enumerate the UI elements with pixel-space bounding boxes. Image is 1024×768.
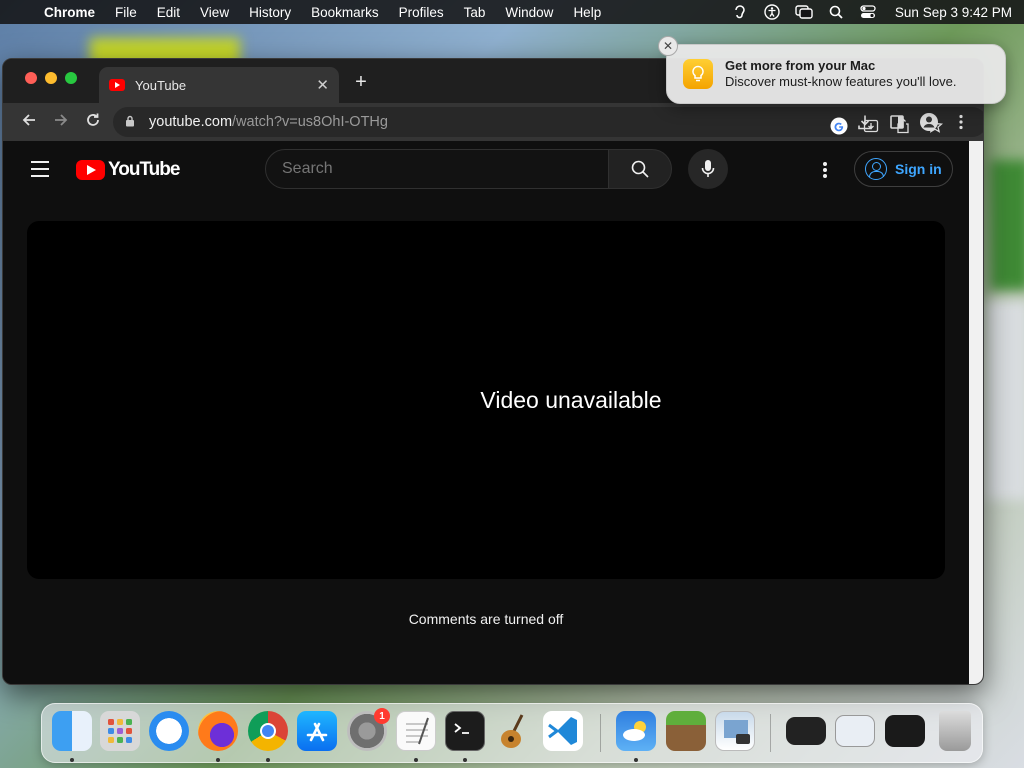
google-icon[interactable] xyxy=(827,114,851,138)
running-indicator xyxy=(70,758,74,762)
youtube-page: YouTube Sign in Video unavailable Commen… xyxy=(3,141,969,684)
guide-menu-icon[interactable] xyxy=(31,161,49,182)
chrome-window: YouTube ✕ + youtube.com/watch?v=us8OhI-O… xyxy=(2,58,984,685)
youtube-logo-text: YouTube xyxy=(108,159,180,180)
lock-icon[interactable] xyxy=(125,115,139,130)
recent-window-thumbnail[interactable] xyxy=(885,715,925,747)
garageband-icon[interactable] xyxy=(494,711,534,751)
youtube-favicon-icon xyxy=(109,79,125,91)
voice-search-button[interactable] xyxy=(688,149,728,189)
control-center-icon[interactable] xyxy=(859,4,877,20)
launchpad-icon[interactable] xyxy=(100,711,140,751)
menu-tab[interactable]: Tab xyxy=(464,5,486,20)
browser-actions xyxy=(853,107,973,137)
new-tab-button[interactable]: + xyxy=(349,71,373,94)
running-indicator xyxy=(216,758,220,762)
terminal-icon[interactable] xyxy=(445,711,485,751)
page-scrollbar[interactable] xyxy=(969,141,983,684)
chrome-menu-icon[interactable] xyxy=(949,110,973,134)
dock: 1 xyxy=(41,703,983,763)
screen-mirroring-icon[interactable] xyxy=(795,4,813,20)
notification-banner[interactable]: Get more from your Mac Discover must-kno… xyxy=(666,44,1006,104)
close-tab-icon[interactable]: ✕ xyxy=(316,76,329,94)
reload-icon xyxy=(87,113,99,126)
menu-app-name[interactable]: Chrome xyxy=(44,5,95,20)
recent-window-thumbnail[interactable] xyxy=(835,715,875,747)
spotlight-search-icon[interactable] xyxy=(827,4,845,20)
arrow-right-icon xyxy=(55,113,68,126)
downloads-icon[interactable] xyxy=(853,110,877,134)
notification-badge: 1 xyxy=(374,708,390,724)
arrow-left-icon xyxy=(22,113,35,126)
menu-help[interactable]: Help xyxy=(573,5,601,20)
accessibility-icon[interactable] xyxy=(763,4,781,20)
menu-bookmarks[interactable]: Bookmarks xyxy=(311,5,379,20)
firefox-icon[interactable] xyxy=(198,711,238,751)
zoom-window-button[interactable] xyxy=(65,72,77,84)
youtube-logo[interactable]: YouTube xyxy=(76,159,180,181)
notification-body: Discover must-know features you'll love. xyxy=(725,74,957,89)
url-host: youtube.com xyxy=(149,114,233,130)
preview-icon[interactable] xyxy=(715,711,755,751)
recent-window-thumbnail[interactable] xyxy=(786,717,826,745)
menu-bar: Chrome File Edit View History Bookmarks … xyxy=(0,0,1024,24)
dock-separator xyxy=(600,714,601,752)
trash-icon[interactable] xyxy=(939,711,971,751)
running-indicator xyxy=(463,758,467,762)
account-icon xyxy=(865,158,887,180)
running-indicator xyxy=(414,758,418,762)
menu-history[interactable]: History xyxy=(249,5,291,20)
forward-button[interactable] xyxy=(45,112,77,133)
desktop-wallpaper-blob xyxy=(985,300,1024,500)
notification-title: Get more from your Mac xyxy=(725,58,876,73)
textedit-icon[interactable] xyxy=(396,711,436,751)
weather-icon[interactable] xyxy=(616,711,656,751)
running-indicator xyxy=(266,758,270,762)
running-indicator xyxy=(634,758,638,762)
menu-edit[interactable]: Edit xyxy=(157,5,180,20)
hearing-icon[interactable] xyxy=(731,4,749,20)
finder-icon[interactable] xyxy=(52,711,92,751)
close-window-button[interactable] xyxy=(25,72,37,84)
chrome-icon[interactable] xyxy=(248,711,288,751)
back-button[interactable] xyxy=(13,112,45,133)
menu-file[interactable]: File xyxy=(115,5,137,20)
video-player[interactable]: Video unavailable xyxy=(27,221,945,579)
tab-title: YouTube xyxy=(135,77,187,93)
sign-in-button[interactable]: Sign in xyxy=(854,151,953,187)
sign-in-label: Sign in xyxy=(895,161,942,177)
dock-separator xyxy=(770,714,771,752)
comments-status: Comments are turned off xyxy=(408,611,564,627)
settings-menu-icon[interactable] xyxy=(818,159,832,181)
youtube-masthead: YouTube Sign in xyxy=(3,141,969,201)
search-button[interactable] xyxy=(608,149,672,189)
menu-clock[interactable]: Sun Sep 3 9:42 PM xyxy=(895,5,1012,20)
menu-view[interactable]: View xyxy=(200,5,229,20)
youtube-play-icon xyxy=(76,160,105,180)
vscode-icon[interactable] xyxy=(543,711,583,751)
player-error-message: Video unavailable xyxy=(480,386,662,413)
microphone-icon xyxy=(701,160,715,177)
search-icon xyxy=(631,160,649,178)
search-input[interactable] xyxy=(265,149,609,189)
window-controls xyxy=(25,72,77,84)
profile-avatar-icon[interactable] xyxy=(917,110,941,134)
menu-profiles[interactable]: Profiles xyxy=(399,5,444,20)
minimize-window-button[interactable] xyxy=(45,72,57,84)
browser-toolbar: youtube.com/watch?v=us8OhI-OTHg xyxy=(3,103,983,141)
tips-lightbulb-icon xyxy=(683,59,713,89)
app-store-icon[interactable] xyxy=(297,711,337,751)
notification-close-button[interactable]: ✕ xyxy=(658,36,678,56)
minecraft-icon[interactable] xyxy=(666,711,706,751)
url-path: /watch?v=us8OhI-OTHg xyxy=(232,114,388,130)
menu-window[interactable]: Window xyxy=(505,5,553,20)
desktop-wallpaper-blob xyxy=(990,160,1024,290)
tab-youtube[interactable]: YouTube ✕ xyxy=(99,67,339,103)
safari-icon[interactable] xyxy=(149,711,189,751)
side-panel-icon[interactable] xyxy=(885,110,909,134)
reload-button[interactable] xyxy=(77,112,109,133)
